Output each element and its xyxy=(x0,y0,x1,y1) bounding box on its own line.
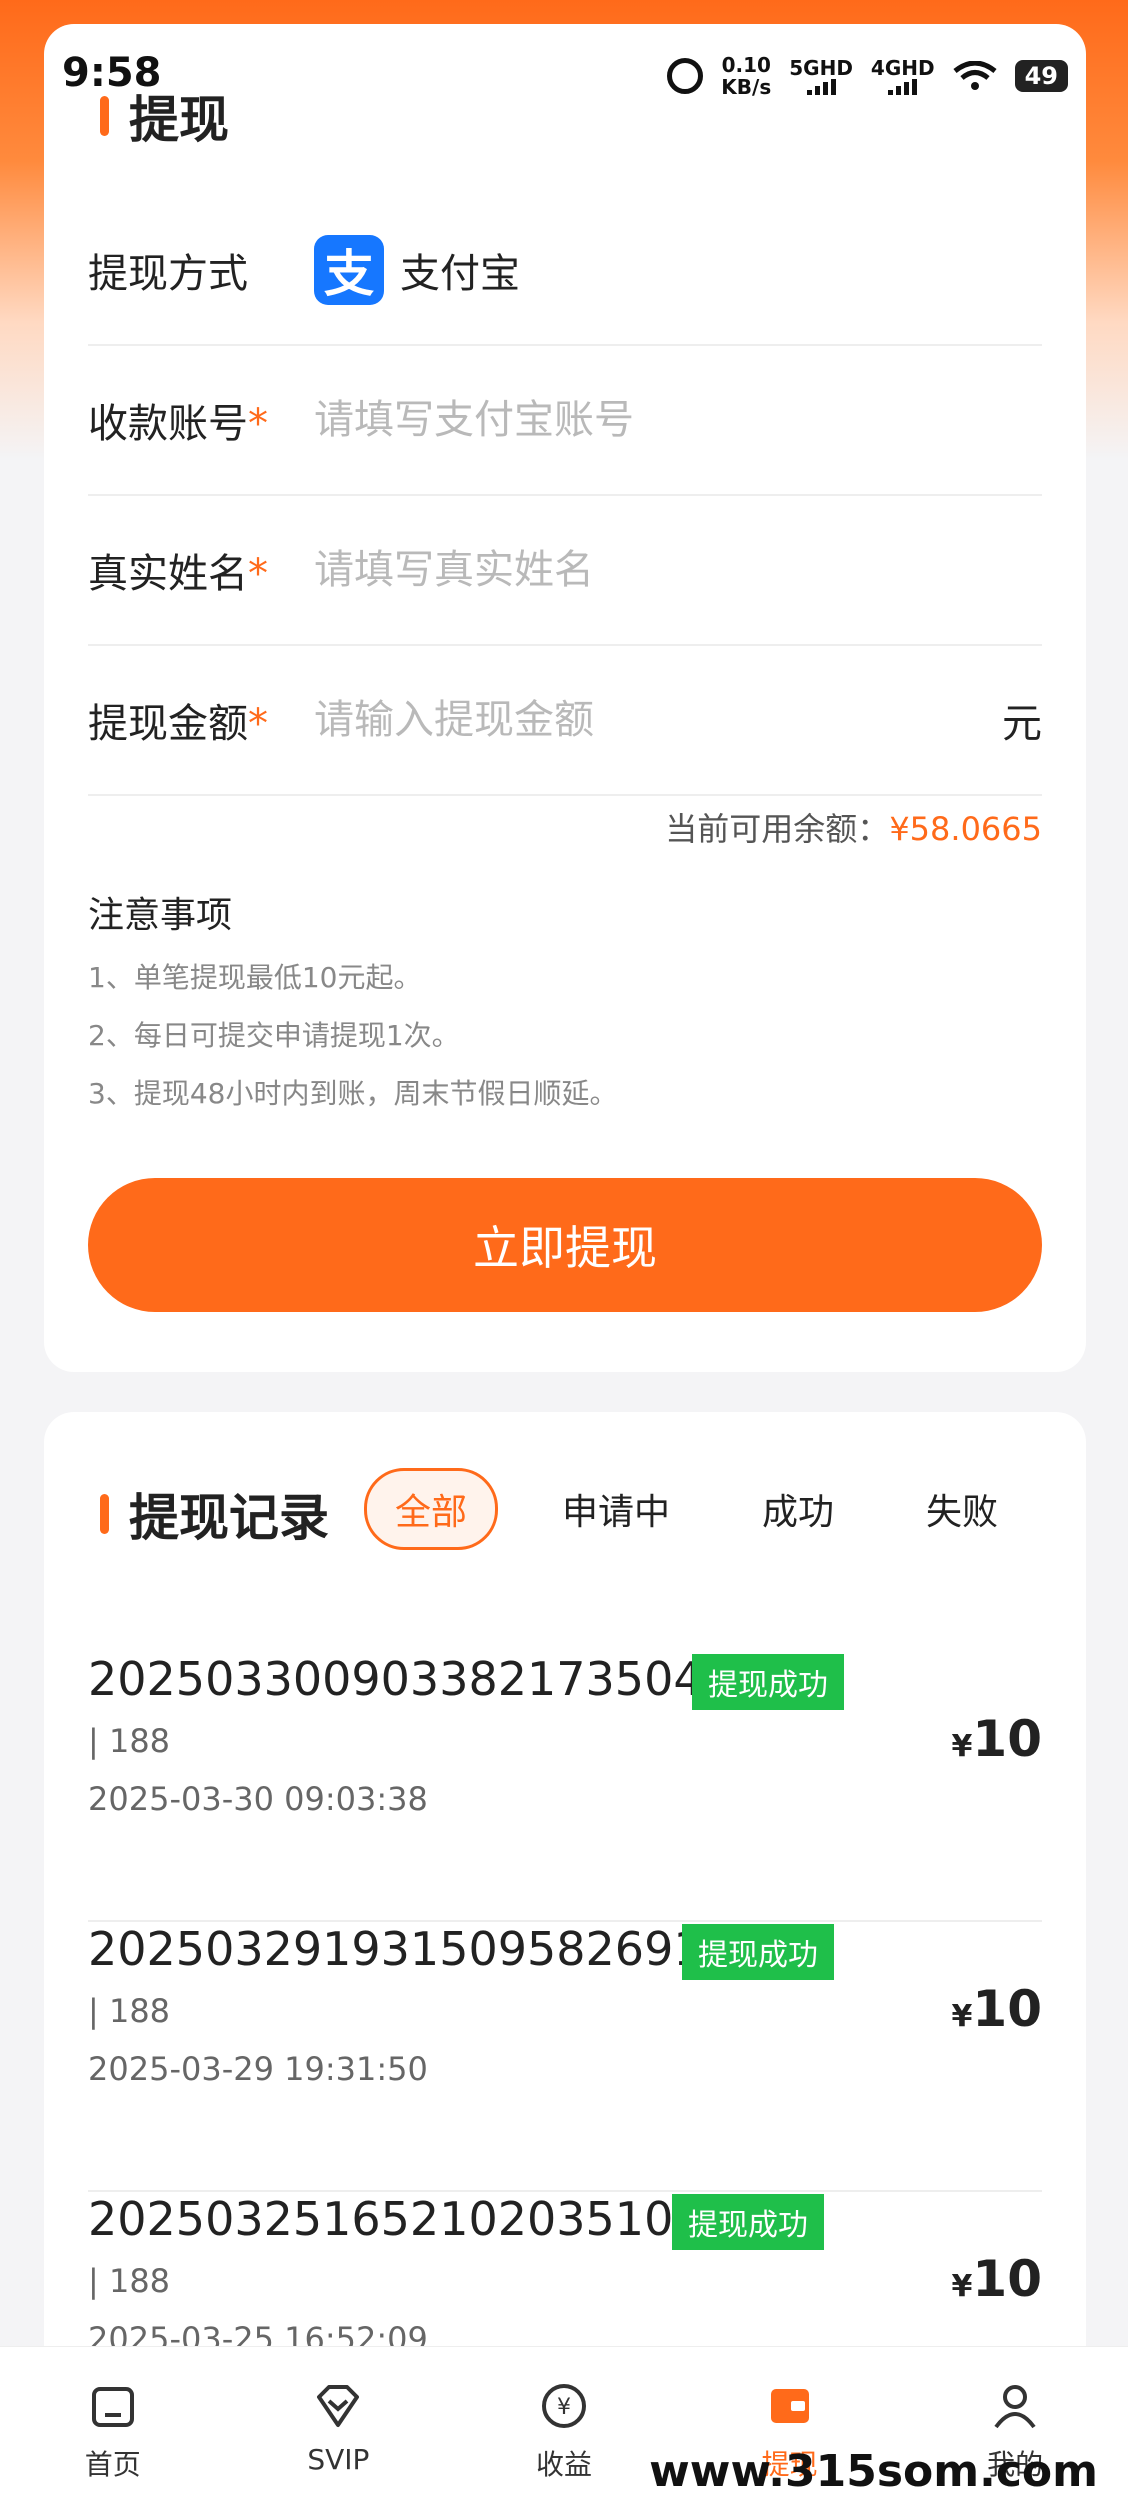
record-item[interactable]: 20250330090338217350​4 提现成功 | 188 2025-0… xyxy=(88,1652,1042,1922)
record-time: 2025-03-30 09:03:38 xyxy=(88,1780,428,1818)
tab-success[interactable]: 成功 xyxy=(734,1471,862,1547)
notice-title: 注意事项 xyxy=(88,895,233,936)
records-filter-tabs: 全部 申请中 成功 失败 xyxy=(363,1468,1026,1550)
title-accent-bar xyxy=(100,1494,109,1534)
amount-unit: 元 xyxy=(1002,701,1042,747)
records-title: 提现记录 xyxy=(100,1478,329,1550)
withdraw-form-card: 提现 提现方式 支 支付宝 收款账号* 真实姓名* 提现金额* 元 当前可用余额… xyxy=(44,24,1086,1372)
sim2-signal-icon: 4GHD xyxy=(871,57,935,95)
home-icon xyxy=(91,2387,134,2427)
account-input[interactable] xyxy=(314,397,1042,443)
record-account: | 188 xyxy=(88,2262,171,2300)
account-row: 收款账号* xyxy=(88,346,1042,496)
tab-failed[interactable]: 失败 xyxy=(898,1471,1026,1547)
network-speed: 0.10 KB/s xyxy=(721,53,772,99)
yen-coin-icon: ¥ xyxy=(541,2384,586,2428)
svg-text:¥: ¥ xyxy=(557,2395,571,2420)
status-badge: 提现成功 xyxy=(682,1924,834,1980)
available-balance: 当前可用余额：¥58.0665 xyxy=(665,810,1042,848)
record-account: | 188 xyxy=(88,1722,171,1760)
wifi-icon xyxy=(953,61,997,90)
notice-item: 1、单笔提现最低10元起。 xyxy=(88,961,422,994)
nav-home[interactable]: 首页 xyxy=(23,2381,203,2483)
amount-input[interactable] xyxy=(314,697,1002,743)
battery-icon: 49 xyxy=(1014,60,1068,92)
name-label: 真实姓名* xyxy=(88,551,268,597)
name-input[interactable] xyxy=(314,547,1042,593)
tab-pending[interactable]: 申请中 xyxy=(534,1471,698,1547)
nav-svip[interactable]: SVIP xyxy=(248,2381,428,2476)
method-value: 支付宝 xyxy=(400,251,520,297)
alipay-icon: 支 xyxy=(314,235,384,305)
tab-all[interactable]: 全部 xyxy=(363,1468,498,1550)
record-id: 202503251652102035101 xyxy=(88,2192,703,2246)
name-row: 真实姓名* xyxy=(88,496,1042,646)
withdraw-submit-button[interactable]: 立即提现 xyxy=(88,1178,1042,1312)
sim1-signal-icon: 5GHD xyxy=(789,57,853,95)
amount-label: 提现金额* xyxy=(88,701,268,747)
notice-item: 3、提现48小时内到账，周末节假日顺延。 xyxy=(88,1077,618,1110)
diamond-icon xyxy=(317,2385,360,2427)
watermark-text: www.315som.com xyxy=(649,2446,1098,2497)
record-amount: ¥10 xyxy=(951,2250,1042,2308)
method-row[interactable]: 提现方式 支 支付宝 xyxy=(88,196,1042,346)
record-amount: ¥10 xyxy=(951,1710,1042,1768)
record-amount: ¥10 xyxy=(951,1980,1042,2038)
status-badge: 提现成功 xyxy=(692,1654,844,1710)
status-bar: 9:58 0.10 KB/s 5GHD 4GHD 49 xyxy=(0,40,1128,110)
nav-earnings[interactable]: ¥ 收益 xyxy=(474,2381,654,2483)
wallet-icon xyxy=(770,2389,809,2423)
record-time: 2025-03-29 19:31:50 xyxy=(88,2050,428,2088)
notice-item: 2、每日可提交申请提现1次。 xyxy=(88,1019,460,1052)
method-label: 提现方式 xyxy=(88,251,248,297)
status-time: 9:58 xyxy=(62,50,162,96)
user-icon xyxy=(994,2385,1036,2429)
record-id: 202503291931509582691 xyxy=(88,1922,703,1976)
withdraw-records-card: 提现记录 全部 申请中 成功 失败 20250330090338217350​4… xyxy=(44,1412,1086,2506)
record-item[interactable]: 202503291931509582691 提现成功 | 188 2025-03… xyxy=(88,1922,1042,2192)
status-indicators: 0.10 KB/s 5GHD 4GHD 49 xyxy=(667,54,1068,98)
status-badge: 提现成功 xyxy=(672,2194,824,2250)
account-label: 收款账号* xyxy=(88,401,268,447)
amount-row: 提现金额* 元 xyxy=(88,646,1042,796)
alarm-icon xyxy=(667,58,704,94)
record-account: | 188 xyxy=(88,1992,171,2030)
record-id: 20250330090338217350​4 xyxy=(88,1652,703,1706)
